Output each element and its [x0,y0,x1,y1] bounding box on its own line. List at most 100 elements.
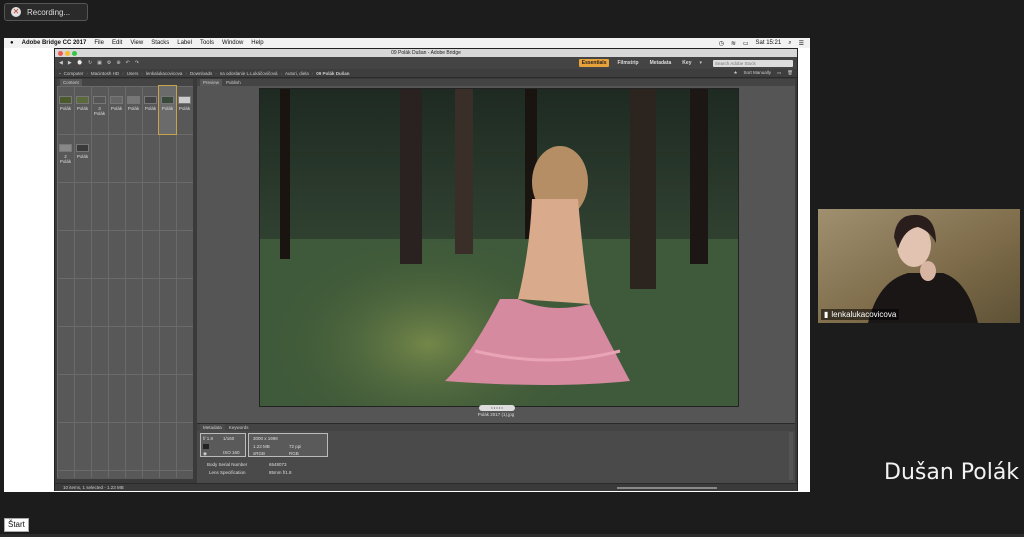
preview-caption: Polák 2017 (1).jpg [477,412,515,417]
workspace-essentials[interactable]: Essentials [578,59,610,67]
tab-keywords[interactable]: Keywords [229,424,249,431]
wifi-icon[interactable]: ≋ [731,40,736,47]
thumbnail[interactable]: Polák [108,86,125,134]
thumbnail[interactable]: Polák [125,86,142,134]
bridge-toolbar: ◀ ▶ ⌚ ↻ ▣ ⚙ ⊕ ↶ ↷ Essentials Filmstrip M… [55,57,797,69]
chevron-down-icon[interactable]: ▾ [699,60,702,66]
menu-window[interactable]: Window [222,40,243,46]
window-title: 09 Polák Dušan - Adobe Bridge [391,50,461,56]
thumbnail[interactable]: Polák [74,86,91,134]
close-icon[interactable]: ✕ [11,7,21,17]
refine-icon[interactable]: ⚙ [107,60,111,66]
start-button[interactable]: Štart [4,518,29,532]
menu-view[interactable]: View [130,40,143,46]
content-panel: Content Polák Polák 3 Polák Polák Polák P… [57,79,193,479]
preview-panel: Preview Publish • • • • • Polák 2017 (1)… [197,79,795,423]
forward-icon[interactable]: ▶ [68,60,72,66]
dimensions-value: 3000 x 1998 [253,436,278,441]
thumbnail-selected[interactable]: Polák [158,85,177,135]
apple-icon[interactable]: ● [10,40,14,46]
zoom-window-button[interactable] [72,51,77,56]
workspace-key[interactable]: Key [679,59,694,67]
tab-metadata[interactable]: Metadata [200,424,225,431]
menu-edit[interactable]: Edit [112,40,122,46]
battery-icon[interactable]: ▭ [743,40,749,47]
time-machine-icon[interactable]: ◷ [719,40,724,47]
folder-icon: ▪ [59,70,61,76]
rotate-right-icon[interactable]: ↷ [135,60,139,66]
workspace-filmstrip[interactable]: Filmstrip [614,59,641,67]
rotate-left-icon[interactable]: ↶ [126,60,130,66]
tab-content[interactable]: Content [60,79,82,86]
thumbnail[interactable]: 2 Polák [57,134,74,182]
preview-image[interactable] [259,88,739,407]
preview-tabs: Preview Publish [197,79,795,86]
metadata-tabs: Metadata Keywords [197,424,795,431]
close-window-button[interactable] [58,51,63,56]
recent-icon[interactable]: ⌚ [77,60,83,66]
path-item-user[interactable]: lenkalukacovicova [146,71,183,76]
whitebalance-icon: ◉ [203,451,207,456]
back-icon[interactable]: ◀ [59,60,63,66]
menu-label[interactable]: Label [177,40,192,46]
thumbnail-grid: Polák Polák 3 Polák Polák Polák Polák Pol… [57,85,193,478]
open-icon[interactable]: ⊕ [116,60,120,66]
path-item-users[interactable]: Users [127,71,139,76]
metadata-scrollbar[interactable] [789,432,793,480]
webcam-video: ▮ lenkalukacovicova [818,209,1020,323]
colorprofile-value: sRGB [253,451,266,456]
menu-clock[interactable]: Sat 15:21 [756,40,782,47]
menu-tools[interactable]: Tools [200,40,214,46]
meta-value-serial: 6548073 [269,462,287,467]
rotate-icon[interactable]: ↻ [88,60,92,66]
thumbnail[interactable]: Polák [142,86,159,134]
mac-menu-bar: ● Adobe Bridge CC 2017 File Edit View St… [4,38,810,48]
menu-app-name[interactable]: Adobe Bridge CC 2017 [22,40,87,46]
participant-name-tag: ▮ lenkalukacovicova [821,309,900,320]
minimize-window-button[interactable] [65,51,70,56]
new-folder-icon[interactable]: ▭ [777,70,781,76]
path-item-current[interactable]: 09 Polák Dušan [316,71,349,76]
file-data-box: 3000 x 1998 1.23 MB 72 ppi sRGB RGB [248,433,328,457]
path-item-na-odoslanie[interactable]: na odoslanie L.Lukáčovičová [220,71,278,76]
window-titlebar: 09 Polák Dušan - Adobe Bridge [55,49,797,57]
path-item-autori[interactable]: Autori, diela [285,71,309,76]
tab-publish[interactable]: Publish [226,79,241,86]
thumbnail[interactable]: 3 Polák [91,86,108,134]
menu-list-icon[interactable]: ☰ [799,40,804,47]
path-item-computer[interactable]: Computer [64,71,84,76]
search-input[interactable]: Search Adobe Stock [713,59,793,67]
fstop-value: f/ 1.8 [203,436,214,441]
path-item-hd[interactable]: Macintosh HD [91,71,119,76]
iso-value: ISO 160 [223,450,240,455]
meta-label-lens: Lens Specification [209,470,246,475]
thumbnail[interactable]: Polák [57,86,74,134]
camera-data-box: f/ 1.8 1/160 ISO 160 ◉ [200,433,246,457]
menu-stacks[interactable]: Stacks [151,40,169,46]
metering-icon [203,444,209,449]
presenter-name: Dušan Polák [884,460,1020,485]
tab-preview[interactable]: Preview [200,79,223,86]
menu-file[interactable]: File [94,40,104,46]
thumbnail-size-slider[interactable] [617,487,717,489]
meta-label-serial: Body Serial Number [207,462,248,467]
thumbnail[interactable]: Polák [176,86,193,134]
status-text: 10 items, 1 selected - 1.23 MB [63,485,124,490]
camera-icon[interactable]: ▣ [97,60,102,66]
path-bar: ▪ Computer › Macintosh HD › Users › lenkalu… [55,69,797,78]
path-item-downloads[interactable]: Downloads [190,71,212,76]
star-filter-icon[interactable]: ★ [733,70,737,76]
menu-help[interactable]: Help [251,40,263,46]
workspace-metadata[interactable]: Metadata [647,59,675,67]
sort-dropdown[interactable]: Sort Manually [744,70,772,76]
recording-label: Recording... [27,7,71,17]
bridge-window: 09 Polák Dušan - Adobe Bridge ◀ ▶ ⌚ ↻ ▣ … [54,48,798,491]
recording-indicator[interactable]: ✕ Recording... [4,3,88,21]
preview-scrollbar[interactable] [789,139,793,379]
meta-value-lens: 85mm f/1.8 [269,470,292,475]
search-icon[interactable]: ⌕ [788,40,791,47]
colormode-value: RGB [289,451,299,456]
delete-icon[interactable]: 🗑 [787,70,793,76]
thumbnail[interactable]: Polák [74,134,91,182]
page-dots[interactable]: • • • • • [479,405,515,411]
